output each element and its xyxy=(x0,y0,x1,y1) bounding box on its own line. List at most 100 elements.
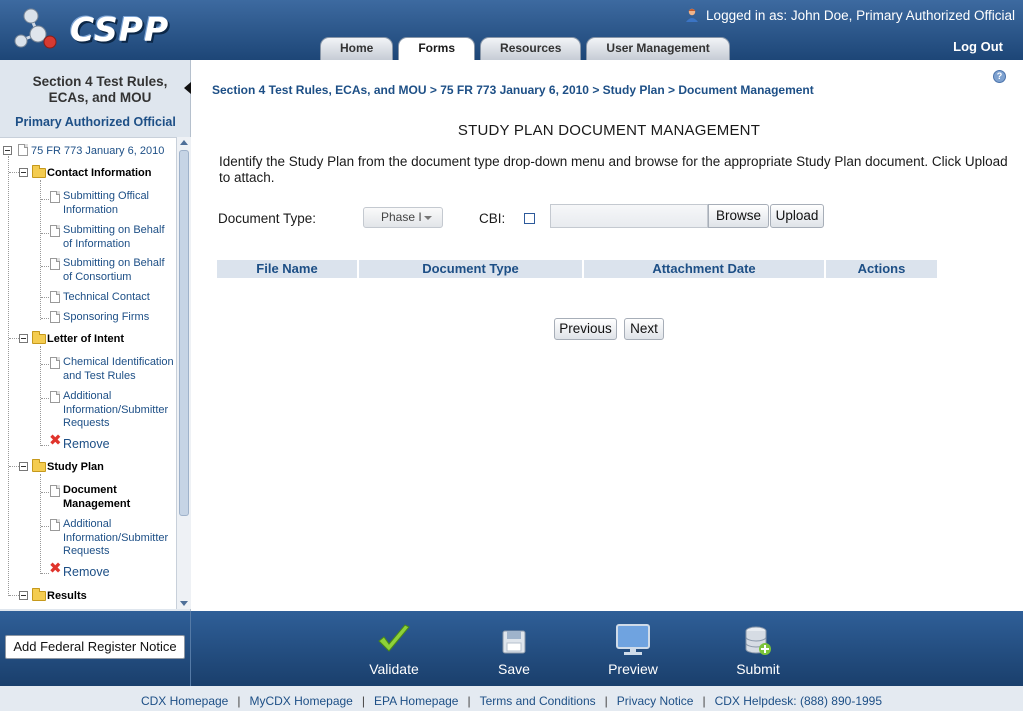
document-icon xyxy=(50,485,60,497)
breadcrumb-notice[interactable]: 75 FR 773 January 6, 2010 xyxy=(440,83,589,97)
chevron-down-icon xyxy=(424,216,432,220)
footer-links: CDX Homepage | MyCDX Homepage | EPA Homepage… xyxy=(140,694,883,708)
login-info: Logged in as: John Doe, Primary Authoriz… xyxy=(685,8,1015,23)
molecule-icon xyxy=(14,8,57,49)
floppy-disk-icon xyxy=(502,630,526,654)
epa-homepage-link[interactable]: EPA Homepage xyxy=(374,694,459,708)
tree-item-document-management[interactable]: Document Management xyxy=(63,484,130,511)
main-tabs: Home Forms Resources User Management xyxy=(320,37,735,61)
preview-button[interactable]: Preview xyxy=(604,623,662,677)
tab-home[interactable]: Home xyxy=(320,37,394,60)
tree-item-sp-additional-information[interactable]: Additional Information/Submitter Request… xyxy=(63,518,168,559)
tree-item-chemical-identification[interactable]: Chemical Identification and Test Rules xyxy=(63,356,174,383)
navigation-sidebar: Section 4 Test Rules, ECAs, and MOU Prim… xyxy=(0,60,191,611)
monitor-icon xyxy=(616,624,650,655)
sidebar-title: Section 4 Test Rules, ECAs, and MOU xyxy=(32,74,168,105)
logout-link[interactable]: Log Out xyxy=(953,39,1003,54)
scroll-down-icon[interactable] xyxy=(180,601,188,606)
action-bar: Add Federal Register Notice Validate Sav… xyxy=(0,611,1023,686)
tree-item-letter-of-intent[interactable]: Letter of Intent xyxy=(47,333,124,347)
logged-in-prefix: Logged in as: xyxy=(706,8,788,23)
document-icon xyxy=(50,519,60,531)
tree-item-technical-contact[interactable]: Technical Contact xyxy=(63,291,150,305)
document-icon xyxy=(50,291,60,303)
tab-user-management[interactable]: User Management xyxy=(586,37,730,60)
collapse-contact-icon[interactable] xyxy=(19,168,28,177)
folder-icon xyxy=(32,165,46,178)
documents-table-header: File Name Document Type Attachment Date … xyxy=(217,260,939,278)
tree-item-submitting-behalf-consortium[interactable]: Submitting on Behalf of Consortium xyxy=(63,257,165,284)
document-icon xyxy=(50,258,60,270)
file-path-field[interactable] xyxy=(550,204,708,228)
document-icon xyxy=(50,311,60,323)
app-header: CSPP Logged in as: John Doe, Primary Aut… xyxy=(0,0,1023,61)
collapse-root-icon[interactable] xyxy=(3,146,12,155)
terms-link[interactable]: Terms and Conditions xyxy=(480,694,596,708)
logged-in-user: John Doe, Primary Authorized Official xyxy=(790,8,1015,23)
collapse-study-plan-icon[interactable] xyxy=(19,462,28,471)
app-name: CSPP xyxy=(70,10,170,49)
save-button[interactable]: Save xyxy=(494,623,534,677)
privacy-notice-link[interactable]: Privacy Notice xyxy=(617,694,694,708)
folder-icon xyxy=(32,331,46,344)
tree-item-results[interactable]: Results xyxy=(47,590,87,604)
column-attachment-date[interactable]: Attachment Date xyxy=(584,260,824,278)
tree-item-root[interactable]: 75 FR 773 January 6, 2010 xyxy=(31,145,164,159)
tree-item-contact-information[interactable]: Contact Information xyxy=(47,167,152,181)
user-icon xyxy=(686,8,699,22)
cbi-checkbox[interactable] xyxy=(524,213,535,224)
tab-resources[interactable]: Resources xyxy=(480,37,582,60)
breadcrumb: Section 4 Test Rules, ECAs, and MOU > 75… xyxy=(212,83,814,97)
cdx-helpdesk-link[interactable]: CDX Helpdesk: (888) 890-1995 xyxy=(715,694,882,708)
submit-button[interactable]: Submit xyxy=(732,623,784,677)
mycdx-homepage-link[interactable]: MyCDX Homepage xyxy=(249,694,352,708)
remove-study-plan-link[interactable]: Remove xyxy=(63,565,110,579)
browse-button[interactable]: Browse xyxy=(708,204,769,228)
checkmark-icon xyxy=(378,624,410,652)
cdx-homepage-link[interactable]: CDX Homepage xyxy=(141,694,228,708)
main-content: ? Section 4 Test Rules, ECAs, and MOU > … xyxy=(191,60,1023,611)
database-add-icon xyxy=(745,626,771,655)
tree-item-sponsoring-firms[interactable]: Sponsoring Firms xyxy=(63,311,149,325)
navigation-tree: 75 FR 773 January 6, 2010 Contact Inform… xyxy=(0,137,176,609)
tree-item-submitting-official[interactable]: Submitting Offical Information xyxy=(63,190,149,217)
column-file-name[interactable]: File Name xyxy=(217,260,357,278)
tree-item-loi-additional-information[interactable]: Additional Information/Submitter Request… xyxy=(63,390,168,431)
collapse-sidebar-icon[interactable] xyxy=(184,82,191,94)
cspp-logo: CSPP xyxy=(12,6,168,52)
scroll-up-icon[interactable] xyxy=(180,140,188,145)
collapse-results-icon[interactable] xyxy=(19,591,28,600)
previous-button[interactable]: Previous xyxy=(554,318,617,340)
cbi-label: CBI: xyxy=(479,211,506,226)
document-icon xyxy=(50,391,60,403)
upload-button[interactable]: Upload xyxy=(770,204,824,228)
document-icon xyxy=(50,357,60,369)
tree-item-submitting-behalf-information[interactable]: Submitting on Behalf of Information xyxy=(63,224,165,251)
document-type-value: Phase I xyxy=(381,210,422,224)
document-type-select[interactable]: Phase I xyxy=(363,207,443,228)
page-title: STUDY PLAN DOCUMENT MANAGEMENT xyxy=(457,122,761,139)
column-actions: Actions xyxy=(826,260,937,278)
remove-icon[interactable]: ✖ xyxy=(49,433,62,448)
folder-icon xyxy=(32,459,46,472)
breadcrumb-document-management: Document Management xyxy=(678,83,814,97)
help-icon[interactable]: ? xyxy=(993,70,1006,83)
next-button[interactable]: Next xyxy=(624,318,664,340)
remove-letter-of-intent-link[interactable]: Remove xyxy=(63,437,110,451)
document-icon xyxy=(18,144,28,156)
scroll-thumb[interactable] xyxy=(179,150,189,516)
remove-icon[interactable]: ✖ xyxy=(49,561,62,576)
breadcrumb-section-4[interactable]: Section 4 Test Rules, ECAs, and MOU xyxy=(212,83,427,97)
validate-button[interactable]: Validate xyxy=(366,623,422,677)
instructions-text: Identify the Study Plan from the documen… xyxy=(219,154,1008,185)
collapse-letter-of-intent-icon[interactable] xyxy=(19,334,28,343)
column-document-type[interactable]: Document Type xyxy=(359,260,582,278)
add-federal-register-notice-button[interactable]: Add Federal Register Notice xyxy=(5,635,185,659)
sidebar-role: Primary Authorized Official xyxy=(15,115,176,129)
tab-forms[interactable]: Forms xyxy=(398,37,476,61)
tree-scrollbar[interactable] xyxy=(176,137,191,609)
document-icon xyxy=(50,225,60,237)
tree-item-study-plan[interactable]: Study Plan xyxy=(47,461,104,475)
folder-icon xyxy=(32,588,46,601)
breadcrumb-study-plan[interactable]: Study Plan xyxy=(603,83,665,97)
